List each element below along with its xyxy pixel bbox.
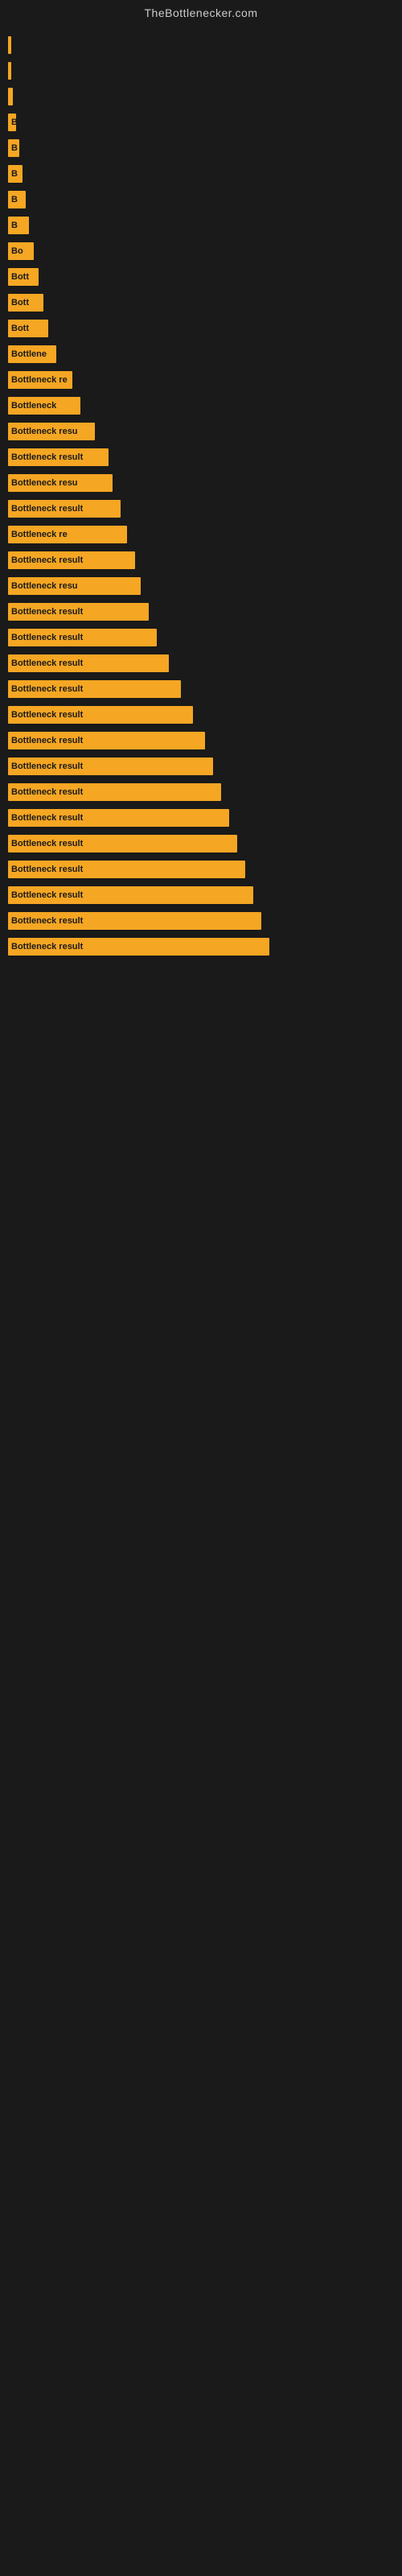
bar-item: Bottleneck result: [8, 938, 269, 956]
bar-row: Bottleneck resu: [8, 420, 402, 443]
bar-item: Bottleneck resu: [8, 577, 141, 595]
bar-row: [8, 85, 402, 108]
bar-row: Bottleneck result: [8, 781, 402, 803]
bar-row: Bottleneck result: [8, 497, 402, 520]
bar-row: [8, 60, 402, 82]
bar-row: Bottleneck result: [8, 626, 402, 649]
bar-item: Bottleneck result: [8, 912, 261, 930]
bar-row: Bott: [8, 291, 402, 314]
bar-item: Bottleneck result: [8, 783, 221, 801]
bar-row: Bott: [8, 317, 402, 340]
bar-row: Bo: [8, 240, 402, 262]
bar-item: Bottleneck re: [8, 371, 72, 389]
bar-item: Bott: [8, 320, 48, 337]
bar-item: Bottleneck result: [8, 551, 135, 569]
bar-row: Bott: [8, 266, 402, 288]
bar-item: Bottlene: [8, 345, 56, 363]
bar-item: Bott: [8, 294, 43, 312]
bar-item: Bottleneck: [8, 397, 80, 415]
bar-row: B: [8, 163, 402, 185]
bar-row: Bottleneck re: [8, 523, 402, 546]
bar-row: B: [8, 188, 402, 211]
bar-row: Bottleneck result: [8, 910, 402, 932]
bar-row: B: [8, 137, 402, 159]
bar-row: Bottleneck result: [8, 704, 402, 726]
bar-item: Bottleneck result: [8, 654, 169, 672]
bar-row: Bottleneck result: [8, 807, 402, 829]
bar-row: Bottleneck result: [8, 652, 402, 675]
bar-row: Bottleneck resu: [8, 575, 402, 597]
bar-item: [8, 62, 11, 80]
bar-item: Bo: [8, 242, 34, 260]
bar-row: Bottleneck result: [8, 755, 402, 778]
bar-row: Bottleneck result: [8, 601, 402, 623]
bar-row: Bottleneck: [8, 394, 402, 417]
bar-item: [8, 36, 11, 54]
bar-item: B: [8, 114, 16, 131]
bar-item: Bottleneck result: [8, 732, 205, 749]
bar-item: Bottleneck result: [8, 500, 121, 518]
bar-item: Bottleneck result: [8, 886, 253, 904]
bar-row: Bottleneck resu: [8, 472, 402, 494]
bar-row: Bottleneck re: [8, 369, 402, 391]
bar-row: Bottleneck result: [8, 935, 402, 958]
bar-item: Bottleneck result: [8, 680, 181, 698]
bar-row: Bottleneck result: [8, 549, 402, 572]
bar-item: Bottleneck result: [8, 448, 109, 466]
bar-item: Bottleneck resu: [8, 474, 113, 492]
bar-item: Bott: [8, 268, 39, 286]
bar-item: Bottleneck re: [8, 526, 127, 543]
bar-item: B: [8, 165, 23, 183]
bar-item: B: [8, 139, 19, 157]
bar-item: [8, 88, 13, 105]
bar-row: Bottleneck result: [8, 678, 402, 700]
bar-row: Bottleneck result: [8, 884, 402, 906]
bar-item: Bottleneck result: [8, 603, 149, 621]
bar-row: Bottleneck result: [8, 832, 402, 855]
bar-row: B: [8, 111, 402, 134]
bar-row: Bottleneck result: [8, 858, 402, 881]
bar-item: Bottleneck resu: [8, 423, 95, 440]
bar-row: B: [8, 214, 402, 237]
bar-row: Bottlene: [8, 343, 402, 365]
bar-row: [8, 34, 402, 56]
bar-item: B: [8, 191, 26, 208]
bars-container: BBBBBBoBottBottBottBottleneBottleneck re…: [0, 26, 402, 969]
bar-item: B: [8, 217, 29, 234]
bar-item: Bottleneck result: [8, 758, 213, 775]
bar-item: Bottleneck result: [8, 629, 157, 646]
bar-item: Bottleneck result: [8, 706, 193, 724]
bar-item: Bottleneck result: [8, 835, 237, 852]
bar-item: Bottleneck result: [8, 861, 245, 878]
bar-row: Bottleneck result: [8, 729, 402, 752]
bar-item: Bottleneck result: [8, 809, 229, 827]
bar-row: Bottleneck result: [8, 446, 402, 469]
site-title: TheBottlenecker.com: [0, 0, 402, 26]
